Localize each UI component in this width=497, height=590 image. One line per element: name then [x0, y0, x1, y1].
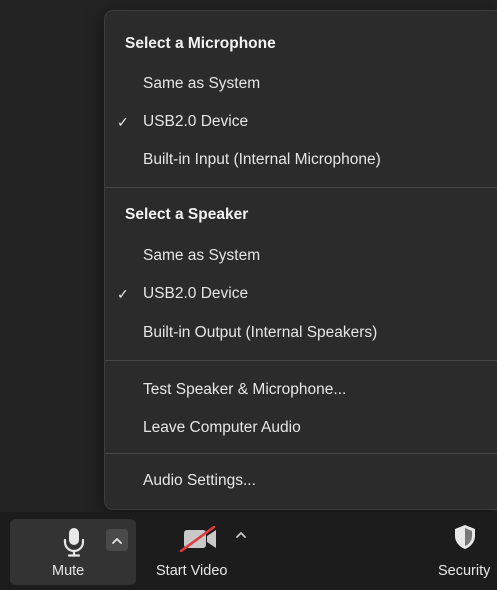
audio-menu: Select a Microphone Same as System ✓ USB… — [104, 10, 497, 510]
shield-icon[interactable] — [454, 524, 476, 550]
menu-item-speaker-same-as-system[interactable]: Same as System — [105, 241, 497, 271]
menu-divider — [105, 187, 497, 188]
menu-item-label: Test Speaker & Microphone... — [143, 381, 347, 398]
microphone-icon — [63, 528, 85, 557]
microphone-section-title: Select a Microphone — [125, 35, 276, 52]
audio-options-caret-button[interactable] — [106, 529, 128, 551]
mute-label: Mute — [52, 563, 85, 579]
checkmark-icon: ✓ — [117, 286, 129, 302]
menu-item-label: Built-in Input (Internal Microphone) — [143, 151, 381, 168]
menu-item-speaker-built-in-output[interactable]: Built-in Output (Internal Speakers) — [105, 318, 497, 348]
menu-item-leave-computer-audio[interactable]: Leave Computer Audio — [105, 413, 497, 443]
menu-item-label: Built-in Output (Internal Speakers) — [143, 324, 378, 341]
menu-item-mic-usb-device[interactable]: ✓ USB2.0 Device — [105, 107, 497, 137]
menu-item-label: USB2.0 Device — [143, 285, 249, 302]
menu-divider — [105, 360, 497, 361]
meeting-window: Select a Microphone Same as System ✓ USB… — [0, 0, 497, 590]
menu-item-label: Same as System — [143, 247, 261, 264]
menu-divider — [105, 453, 497, 454]
menu-item-speaker-usb-device[interactable]: ✓ USB2.0 Device — [105, 279, 497, 309]
meeting-toolbar: Mute Start Video Security — [0, 512, 497, 590]
menu-item-label: Same as System — [143, 75, 261, 92]
menu-item-mic-built-in-input[interactable]: Built-in Input (Internal Microphone) — [105, 145, 497, 175]
menu-item-label: USB2.0 Device — [143, 113, 249, 130]
start-video-label[interactable]: Start Video — [156, 563, 227, 579]
menu-item-mic-same-as-system[interactable]: Same as System — [105, 69, 497, 99]
menu-item-test-speaker-microphone[interactable]: Test Speaker & Microphone... — [105, 375, 497, 405]
menu-item-audio-settings[interactable]: Audio Settings... — [105, 466, 497, 496]
menu-item-label: Audio Settings... — [143, 472, 256, 489]
checkmark-icon: ✓ — [117, 114, 129, 130]
chevron-up-icon — [112, 537, 122, 544]
video-off-icon[interactable] — [178, 526, 220, 552]
speaker-section-title: Select a Speaker — [125, 206, 249, 223]
mute-button-group[interactable]: Mute — [10, 519, 136, 585]
chevron-up-icon[interactable] — [234, 530, 248, 540]
security-label[interactable]: Security — [438, 563, 490, 579]
menu-item-label: Leave Computer Audio — [143, 419, 301, 436]
